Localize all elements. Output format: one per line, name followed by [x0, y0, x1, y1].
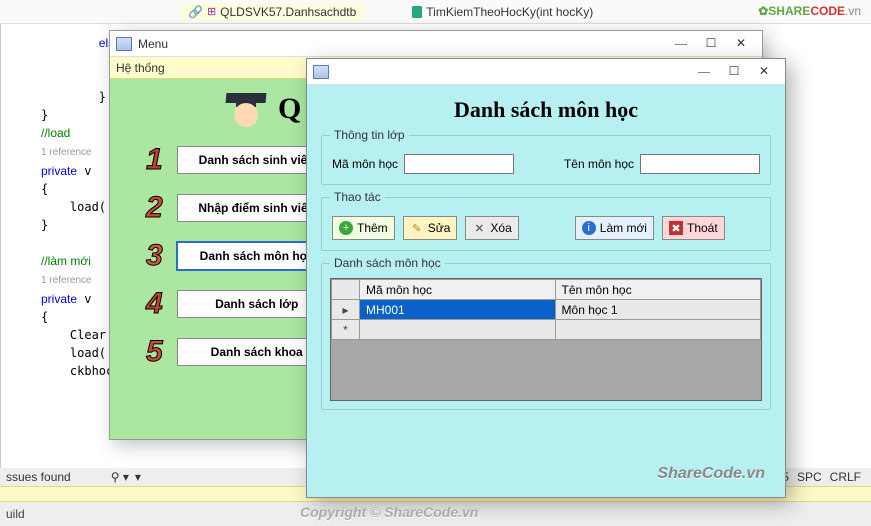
number-3-icon: 3 [146, 239, 163, 273]
newrow-indicator-icon: * [332, 320, 360, 340]
method-icon [412, 6, 422, 18]
graduate-icon [226, 89, 266, 129]
col-mamonhoc[interactable]: Mã môn học [360, 280, 556, 300]
minimize-icon[interactable]: — [666, 34, 696, 54]
csharp-icon: ⊞ [207, 5, 216, 18]
groupbox-list-legend: Danh sách môn học [330, 256, 445, 270]
minimize-icon[interactable]: — [689, 62, 719, 82]
label-mamonhoc: Mã môn học [332, 157, 398, 171]
groupbox-actions-legend: Thao tác [330, 190, 385, 204]
build-label[interactable]: uild [6, 507, 25, 521]
ide-tab-label: TimKiemTheoHocKy(int hocKy) [426, 5, 593, 19]
menu-item-hethong[interactable]: Hệ thống [116, 61, 165, 75]
dialog-heading: Danh sách môn học [321, 97, 771, 123]
sharecode-logo: ✿SHARECODE.vn [758, 2, 861, 19]
number-1-icon: 1 [146, 143, 163, 177]
watermark-sharecode: ShareCode.vn [657, 465, 765, 483]
app-icon [116, 37, 132, 51]
dialog-titlebar[interactable]: — ☐ ✕ [307, 59, 785, 85]
dialog-client: Danh sách môn học Thông tin lớp Mã môn h… [307, 85, 785, 497]
refresh-icon: i [582, 221, 596, 235]
number-2-icon: 2 [146, 191, 163, 225]
groupbox-info-legend: Thông tin lớp [330, 128, 409, 142]
filter-icon[interactable]: ⚲ ▾ [111, 470, 129, 484]
delete-icon: ✕ [472, 221, 486, 235]
groupbox-actions: Thao tác +Thêm ✎Sửa ✕Xóa iLàm mới ✖Thoát [321, 197, 771, 251]
plus-icon: + [339, 221, 353, 235]
cell-code[interactable]: MH001 [360, 300, 556, 320]
close-icon[interactable]: ✕ [749, 62, 779, 82]
datagrid[interactable]: Mã môn học Tên môn học ▸ MH001 Môn học 1… [330, 278, 762, 401]
pencil-icon: ✎ [410, 221, 424, 235]
cell-name[interactable]: Môn học 1 [555, 300, 760, 320]
maximize-icon[interactable]: ☐ [719, 62, 749, 82]
btn-sua[interactable]: ✎Sửa [403, 216, 458, 240]
label-tenmonhoc: Tên môn học [564, 157, 634, 171]
ide-tab-label: QLDSVK57.Danhsachdtb [220, 5, 356, 19]
groupbox-list: Danh sách môn học Mã môn học Tên môn học… [321, 263, 771, 410]
datagrid-row[interactable]: ▸ MH001 Môn học 1 [332, 300, 761, 320]
menu-titlebar[interactable]: Menu — ☐ ✕ [110, 31, 762, 57]
row-indicator-icon: ▸ [332, 300, 360, 320]
number-5-icon: 5 [146, 335, 163, 369]
datagrid-empty-area [331, 340, 761, 400]
ide-tab-bar: 🔗 ⊞ QLDSVK57.Danhsachdtb TimKiemTheoHocK… [0, 0, 871, 24]
ide-tab-method[interactable]: TimKiemTheoHocKy(int hocKy) [404, 3, 601, 21]
btn-them[interactable]: +Thêm [332, 216, 395, 240]
col-tenmonhoc[interactable]: Tên môn học [555, 280, 760, 300]
exit-icon: ✖ [669, 221, 683, 235]
menu-title: Menu [138, 37, 666, 51]
ide-tab-danhsachdtb[interactable]: 🔗 ⊞ QLDSVK57.Danhsachdtb [180, 3, 364, 21]
datagrid-newrow[interactable]: * [332, 320, 761, 340]
filter-icon-2[interactable]: ▾ [135, 470, 141, 484]
subject-dialog: — ☐ ✕ Danh sách môn học Thông tin lớp Mã… [306, 58, 786, 498]
app-title-partial: Q [278, 92, 301, 126]
indent-mode: SPC [793, 470, 826, 484]
groupbox-info: Thông tin lớp Mã môn học Tên môn học [321, 135, 771, 185]
number-4-icon: 4 [146, 287, 163, 321]
eol-mode: CRLF [826, 470, 865, 484]
btn-thoat[interactable]: ✖Thoát [662, 216, 725, 240]
maximize-icon[interactable]: ☐ [696, 34, 726, 54]
app-icon [313, 65, 329, 79]
btn-lammoi[interactable]: iLàm mới [575, 216, 654, 240]
input-mamonhoc[interactable] [404, 154, 514, 174]
input-tenmonhoc[interactable] [640, 154, 760, 174]
datagrid-header-row: Mã môn học Tên môn học [332, 280, 761, 300]
link-icon: 🔗 [188, 5, 203, 19]
close-icon[interactable]: ✕ [726, 34, 756, 54]
btn-xoa[interactable]: ✕Xóa [465, 216, 518, 240]
issues-text: ssues found [6, 470, 71, 484]
watermark-copyright: Copyright © ShareCode.vn [300, 504, 478, 520]
